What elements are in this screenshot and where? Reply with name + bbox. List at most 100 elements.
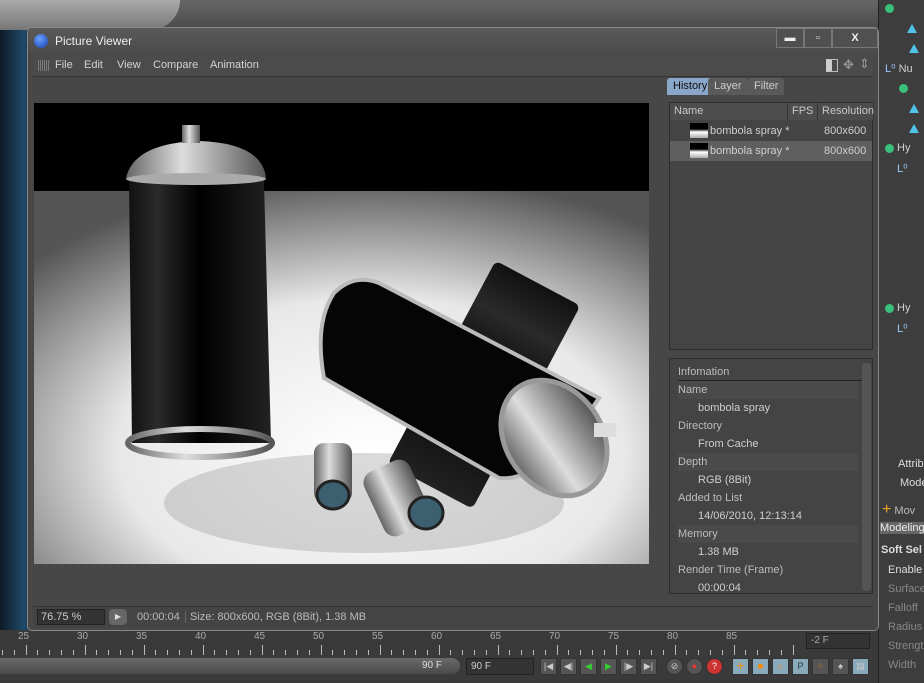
- panel-toggle-icon[interactable]: [826, 59, 838, 72]
- move-tool[interactable]: + Mov: [882, 501, 915, 519]
- om-item[interactable]: L⁰: [897, 162, 908, 175]
- information-panel: Infomation Name bombola spray Directory Fro…: [669, 358, 873, 594]
- pan-icon[interactable]: ✥: [843, 57, 854, 73]
- timeline-label: 80: [667, 631, 679, 642]
- timeline-label: 25: [18, 631, 30, 642]
- menu-edit[interactable]: Edit: [84, 59, 103, 71]
- timeline-tick: [261, 645, 263, 655]
- menu-animation[interactable]: Animation: [210, 59, 259, 71]
- position-key-icon[interactable]: ✛: [732, 658, 749, 675]
- image-viewport[interactable]: [33, 78, 661, 599]
- record-keys-icon[interactable]: ⊘: [666, 658, 683, 675]
- play-forward-button[interactable]: ▶: [600, 658, 617, 675]
- om-item[interactable]: [899, 82, 911, 94]
- om-item[interactable]: Hy: [885, 302, 910, 314]
- mode-menu[interactable]: Mode: [900, 477, 924, 489]
- zoom-arrows-icon[interactable]: ⇕: [859, 56, 870, 72]
- parameter-key-icon[interactable]: P: [792, 658, 809, 675]
- timeline-tick: [438, 645, 440, 655]
- grip-icon[interactable]: [38, 60, 49, 71]
- om-item[interactable]: [907, 22, 917, 34]
- menu-file[interactable]: File: [55, 59, 73, 71]
- timeline-tick: [568, 650, 570, 655]
- timeline-tick: [84, 645, 86, 655]
- maximize-button[interactable]: ▫: [804, 28, 832, 48]
- info-value: 14/06/2010, 12:13:14: [698, 510, 802, 522]
- info-label: Name: [678, 381, 858, 399]
- tab-layer[interactable]: Layer: [708, 78, 748, 95]
- rotation-key-icon[interactable]: ○: [772, 658, 789, 675]
- minimize-button[interactable]: ▬: [776, 28, 804, 48]
- timeline-tick: [344, 650, 346, 655]
- column-name[interactable]: Name: [670, 103, 788, 120]
- om-item[interactable]: Hy: [885, 142, 910, 154]
- om-item[interactable]: [909, 102, 919, 114]
- play-button[interactable]: ▶: [109, 609, 127, 625]
- timeline[interactable]: 25 30 35 40 45 50 55 60 65 70 75 80 85 -2 F 90 F 90 …: [0, 631, 878, 683]
- tab-history[interactable]: History: [667, 78, 714, 95]
- column-resolution[interactable]: Resolution: [818, 103, 874, 120]
- om-item[interactable]: [885, 2, 897, 14]
- timeline-tick: [509, 650, 511, 655]
- tab-filter[interactable]: Filter: [748, 78, 785, 95]
- info-label: Memory: [678, 525, 858, 543]
- play-backward-button[interactable]: ◀: [580, 658, 597, 675]
- menu-view[interactable]: View: [117, 59, 141, 71]
- keyframe-selection-icon[interactable]: ?: [706, 658, 723, 675]
- timeline-tick: [485, 650, 487, 655]
- timeline-icon[interactable]: ▤: [852, 658, 869, 675]
- row-name: bombola spray *: [710, 145, 790, 157]
- attributes-tab[interactable]: Attrib: [898, 458, 924, 470]
- point-level-icon[interactable]: ⁘: [812, 658, 829, 675]
- column-fps[interactable]: FPS: [788, 103, 818, 120]
- timeline-tick: [627, 650, 629, 655]
- timeline-tick: [13, 650, 15, 655]
- om-item[interactable]: [909, 122, 919, 134]
- timeline-tick: [214, 650, 216, 655]
- go-to-start-button[interactable]: |◀: [540, 658, 557, 675]
- row-name: bombola spray *: [710, 125, 790, 137]
- end-frame-field[interactable]: 90 F: [466, 658, 534, 675]
- timeline-tick: [226, 650, 228, 655]
- om-item[interactable]: L⁰ Nu: [885, 62, 913, 75]
- previous-key-button[interactable]: ◀|: [560, 658, 577, 675]
- history-row-selected[interactable]: bombola spray * 800x600: [670, 141, 872, 161]
- timeline-tick: [415, 650, 416, 655]
- om-item[interactable]: L⁰: [897, 322, 908, 335]
- timeline-tick: [603, 650, 605, 655]
- timeline-tick: [367, 650, 369, 655]
- timeline-tick: [686, 650, 688, 655]
- next-key-button[interactable]: |▶: [620, 658, 637, 675]
- scale-key-icon[interactable]: ■: [752, 658, 769, 675]
- frame-range-slider[interactable]: 90 F: [0, 658, 460, 674]
- timeline-tick: [297, 650, 298, 655]
- history-row[interactable]: bombola spray * 800x600: [670, 121, 872, 141]
- info-value: From Cache: [698, 438, 759, 450]
- timeline-tick: [155, 650, 157, 655]
- menu-compare[interactable]: Compare: [153, 59, 198, 71]
- thumbnail: [690, 123, 708, 138]
- autokey-icon[interactable]: ●: [686, 658, 703, 675]
- timeline-tick: [639, 650, 641, 655]
- om-item[interactable]: [909, 42, 919, 54]
- schematic-icon[interactable]: ♠: [832, 658, 849, 675]
- zoom-field[interactable]: 76.75 %: [37, 609, 105, 625]
- falloff-label: Falloff: [888, 602, 918, 614]
- current-frame-field[interactable]: -2 F: [806, 633, 870, 649]
- vertical-scrollbar[interactable]: [862, 363, 871, 591]
- timeline-label: 35: [136, 631, 148, 642]
- close-button[interactable]: X: [832, 28, 878, 48]
- timeline-tick: [61, 650, 62, 655]
- info-label: Render Time (Frame): [678, 564, 784, 576]
- timeline-tick: [202, 645, 204, 655]
- timeline-label: 55: [372, 631, 384, 642]
- timeline-tick: [308, 650, 310, 655]
- modeling-tab[interactable]: Modeling: [880, 522, 924, 534]
- go-to-end-button[interactable]: ▶|: [640, 658, 657, 675]
- row-resolution: 800x600: [824, 145, 867, 157]
- timeline-tick: [273, 650, 275, 655]
- timeline-tick: [249, 650, 251, 655]
- timeline-tick: [426, 650, 428, 655]
- title-bar[interactable]: Picture Viewer ▬ ▫ X: [28, 28, 878, 54]
- timeline-tick: [450, 650, 452, 655]
